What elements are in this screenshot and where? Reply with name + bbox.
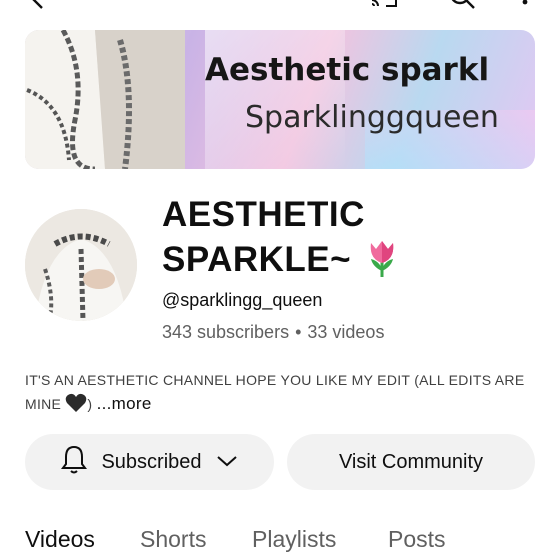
channel-tabs: Videos Shorts Playlists Posts <box>0 524 560 560</box>
more-link[interactable]: ...more <box>97 394 152 413</box>
channel-avatar[interactable] <box>25 209 137 321</box>
subscriber-count: 343 subscribers <box>162 322 290 342</box>
more-vertical-icon[interactable] <box>521 0 529 15</box>
banner-photo <box>25 30 185 169</box>
cast-icon[interactable] <box>370 0 400 15</box>
visit-community-label: Visit Community <box>338 450 484 473</box>
top-app-bar <box>0 0 560 14</box>
tab-posts[interactable]: Posts <box>388 526 446 553</box>
channel-name: AESTHETIC SPARKLE~ <box>162 193 399 288</box>
tab-videos[interactable]: Videos <box>25 526 95 553</box>
channel-banner: Aesthetic sparkl Sparklinggqueen <box>25 30 535 169</box>
search-icon[interactable] <box>448 0 476 15</box>
tulip-icon <box>365 237 399 288</box>
channel-stats: 343 subscribers • 33 videos <box>162 322 384 343</box>
subscribed-label: Subscribed <box>101 450 202 473</box>
channel-handle: @sparklingg_queen <box>162 290 323 310</box>
banner-subtitle: Sparklinggqueen <box>245 100 499 135</box>
description-closing: ) <box>87 396 93 412</box>
channel-name-line1: AESTHETIC <box>162 195 365 234</box>
banner-title: Aesthetic sparkl <box>205 52 490 88</box>
channel-name-line2-row: SPARKLE~ <box>162 237 399 288</box>
channel-name-line2: SPARKLE~ <box>162 240 352 279</box>
tab-shorts[interactable]: Shorts <box>140 526 206 553</box>
back-arrow-icon[interactable] <box>28 0 48 15</box>
black-heart-icon <box>65 393 87 420</box>
tab-playlists[interactable]: Playlists <box>252 526 336 553</box>
channel-description[interactable]: IT'S AN AESTHETIC CHANNEL HOPE YOU LIKE … <box>25 368 535 420</box>
visit-community-button[interactable]: Visit Community <box>287 434 535 490</box>
video-count: 33 videos <box>307 322 385 342</box>
chevron-down-icon <box>216 451 238 474</box>
stats-separator: • <box>295 322 302 342</box>
bell-icon <box>61 444 88 480</box>
subscribed-button[interactable]: Subscribed <box>25 434 274 490</box>
